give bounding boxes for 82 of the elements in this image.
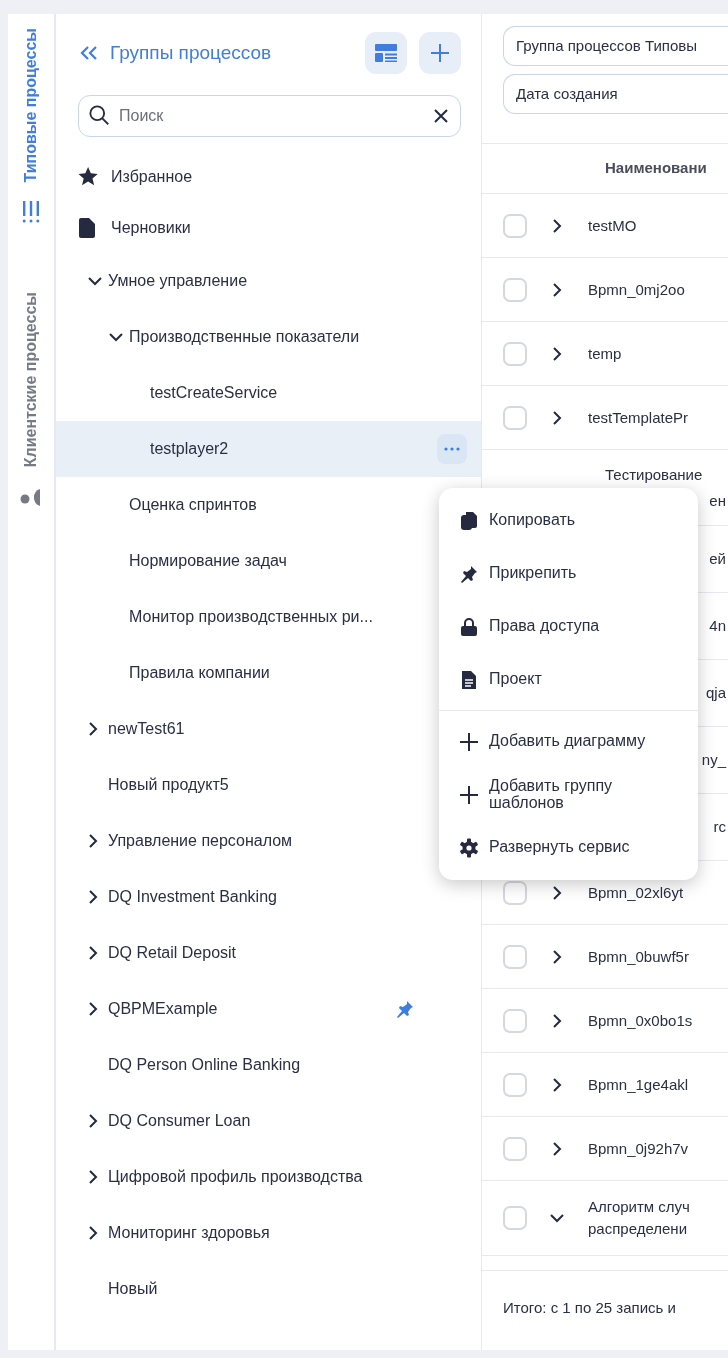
star-icon (78, 165, 100, 188)
column-header[interactable]: Наименовани (605, 157, 707, 180)
menu-item[interactable]: Права доступа (439, 600, 698, 653)
lock-icon (459, 616, 479, 637)
table-cell-text: Bpmn_02xl6yt (588, 882, 684, 903)
more-icon (444, 447, 460, 451)
table-cell-text: testTemplatePr (588, 407, 689, 428)
filter-field[interactable]: Дата создания (503, 74, 728, 114)
tree-item[interactable]: QBPMExample (108, 997, 218, 1021)
tree-item[interactable]: Новый (108, 1277, 158, 1301)
layout-icon (375, 44, 397, 62)
tree-item[interactable]: DQ Person Online Banking (108, 1053, 301, 1077)
pagination-summary: Итого: с 1 по 25 запись и (482, 1270, 728, 1345)
menu-item[interactable]: Добавить группу шаблонов (439, 768, 698, 821)
tree-item[interactable]: Управление персоналом (108, 829, 293, 853)
tree-item[interactable]: Цифровой профиль производства (108, 1165, 363, 1189)
add-button[interactable] (419, 32, 461, 74)
filter-field[interactable]: Группа процессов Типовы (503, 26, 728, 66)
tree-item[interactable]: newTest61 (108, 717, 185, 741)
tree-item[interactable]: testCreateService (150, 381, 278, 405)
menu-item[interactable]: Копировать (439, 494, 698, 547)
menu-item[interactable]: Проект (439, 653, 698, 706)
gear-icon (459, 837, 479, 858)
table-cell-text: qja (705, 682, 726, 703)
tree-item[interactable]: DQ Consumer Loan (108, 1109, 251, 1133)
table-cell-text: Bpmn_0buwf5r (588, 946, 689, 967)
layout-button[interactable] (365, 32, 407, 74)
table-cell-text: Bpmn_0x0bo1s (588, 1010, 693, 1031)
search-field[interactable]: Поиск (78, 95, 461, 137)
table-cell-text: Bpmn_0j92h7v (588, 1138, 689, 1159)
table-cell-text: rc (713, 816, 726, 837)
tree-item[interactable]: Избранное (111, 164, 193, 189)
tree-item[interactable]: Умное управление (108, 269, 248, 293)
table-cell-text: Алгоритм случ распределени (588, 1197, 690, 1239)
sidebar-title[interactable]: Группы процессов (110, 38, 353, 68)
row-checkbox[interactable] (503, 944, 527, 969)
close-icon (434, 109, 448, 123)
plus-icon (459, 731, 479, 752)
tree-item[interactable]: Оценка спринтов (129, 493, 257, 517)
list-icon (22, 200, 40, 225)
file-icon (78, 216, 96, 239)
menu-item[interactable]: Добавить диаграмму (439, 715, 698, 768)
row-checkbox[interactable] (503, 880, 527, 905)
row-checkbox[interactable] (503, 1008, 527, 1033)
tree-item[interactable]: DQ Investment Banking (108, 885, 277, 909)
rail-tab[interactable]: Типовые процессы (19, 28, 43, 183)
more-button[interactable] (437, 434, 467, 464)
tree-item[interactable]: Правила компании (129, 661, 270, 685)
table-cell-text: ей (709, 548, 726, 569)
tree-item[interactable]: Новый продукт5 (108, 773, 229, 797)
row-checkbox[interactable] (503, 1206, 527, 1230)
tree-item[interactable]: DQ Retail Deposit (108, 941, 237, 965)
tree-item[interactable]: testplayer2 (150, 437, 229, 461)
rail-tab[interactable]: Клиентские процессы (19, 292, 43, 468)
tree-item[interactable]: Мониторинг здоровья (108, 1221, 270, 1245)
pin-icon (459, 563, 479, 584)
row-checkbox[interactable] (503, 213, 527, 238)
table-cell-text: 4n (709, 615, 726, 636)
row-checkbox[interactable] (503, 405, 527, 430)
double-chevron-left-icon (80, 46, 98, 60)
menu-item[interactable]: Прикрепить (439, 547, 698, 600)
document-icon (461, 669, 477, 690)
table-cell-text: Bpmn_1ge4akl (588, 1074, 689, 1095)
plus-icon (459, 784, 479, 805)
row-checkbox[interactable] (503, 277, 527, 302)
table-cell-text: testMO (588, 215, 637, 236)
table-cell-text: ен (709, 491, 726, 511)
table-cell-text: ny_ (701, 749, 726, 770)
row-checkbox[interactable] (503, 1072, 527, 1097)
row-checkbox[interactable] (503, 341, 527, 366)
table-cell-text: Тестирование (605, 465, 703, 485)
copy-icon (460, 510, 478, 531)
tree-item[interactable]: Производственные показатели (129, 325, 360, 349)
menu-item[interactable]: Развернуть сервис (439, 821, 698, 874)
plus-icon (430, 43, 450, 63)
tree-item[interactable]: Нормирование задач (129, 549, 287, 573)
table-cell-text: Bpmn_0mj2oo (588, 279, 685, 300)
table-cell-text: temp (588, 343, 622, 364)
row-checkbox[interactable] (503, 1136, 527, 1161)
search-icon (89, 105, 111, 127)
tree-item[interactable]: Монитор производственных ри... (129, 605, 373, 629)
tree-item[interactable]: Черновики (111, 215, 191, 240)
